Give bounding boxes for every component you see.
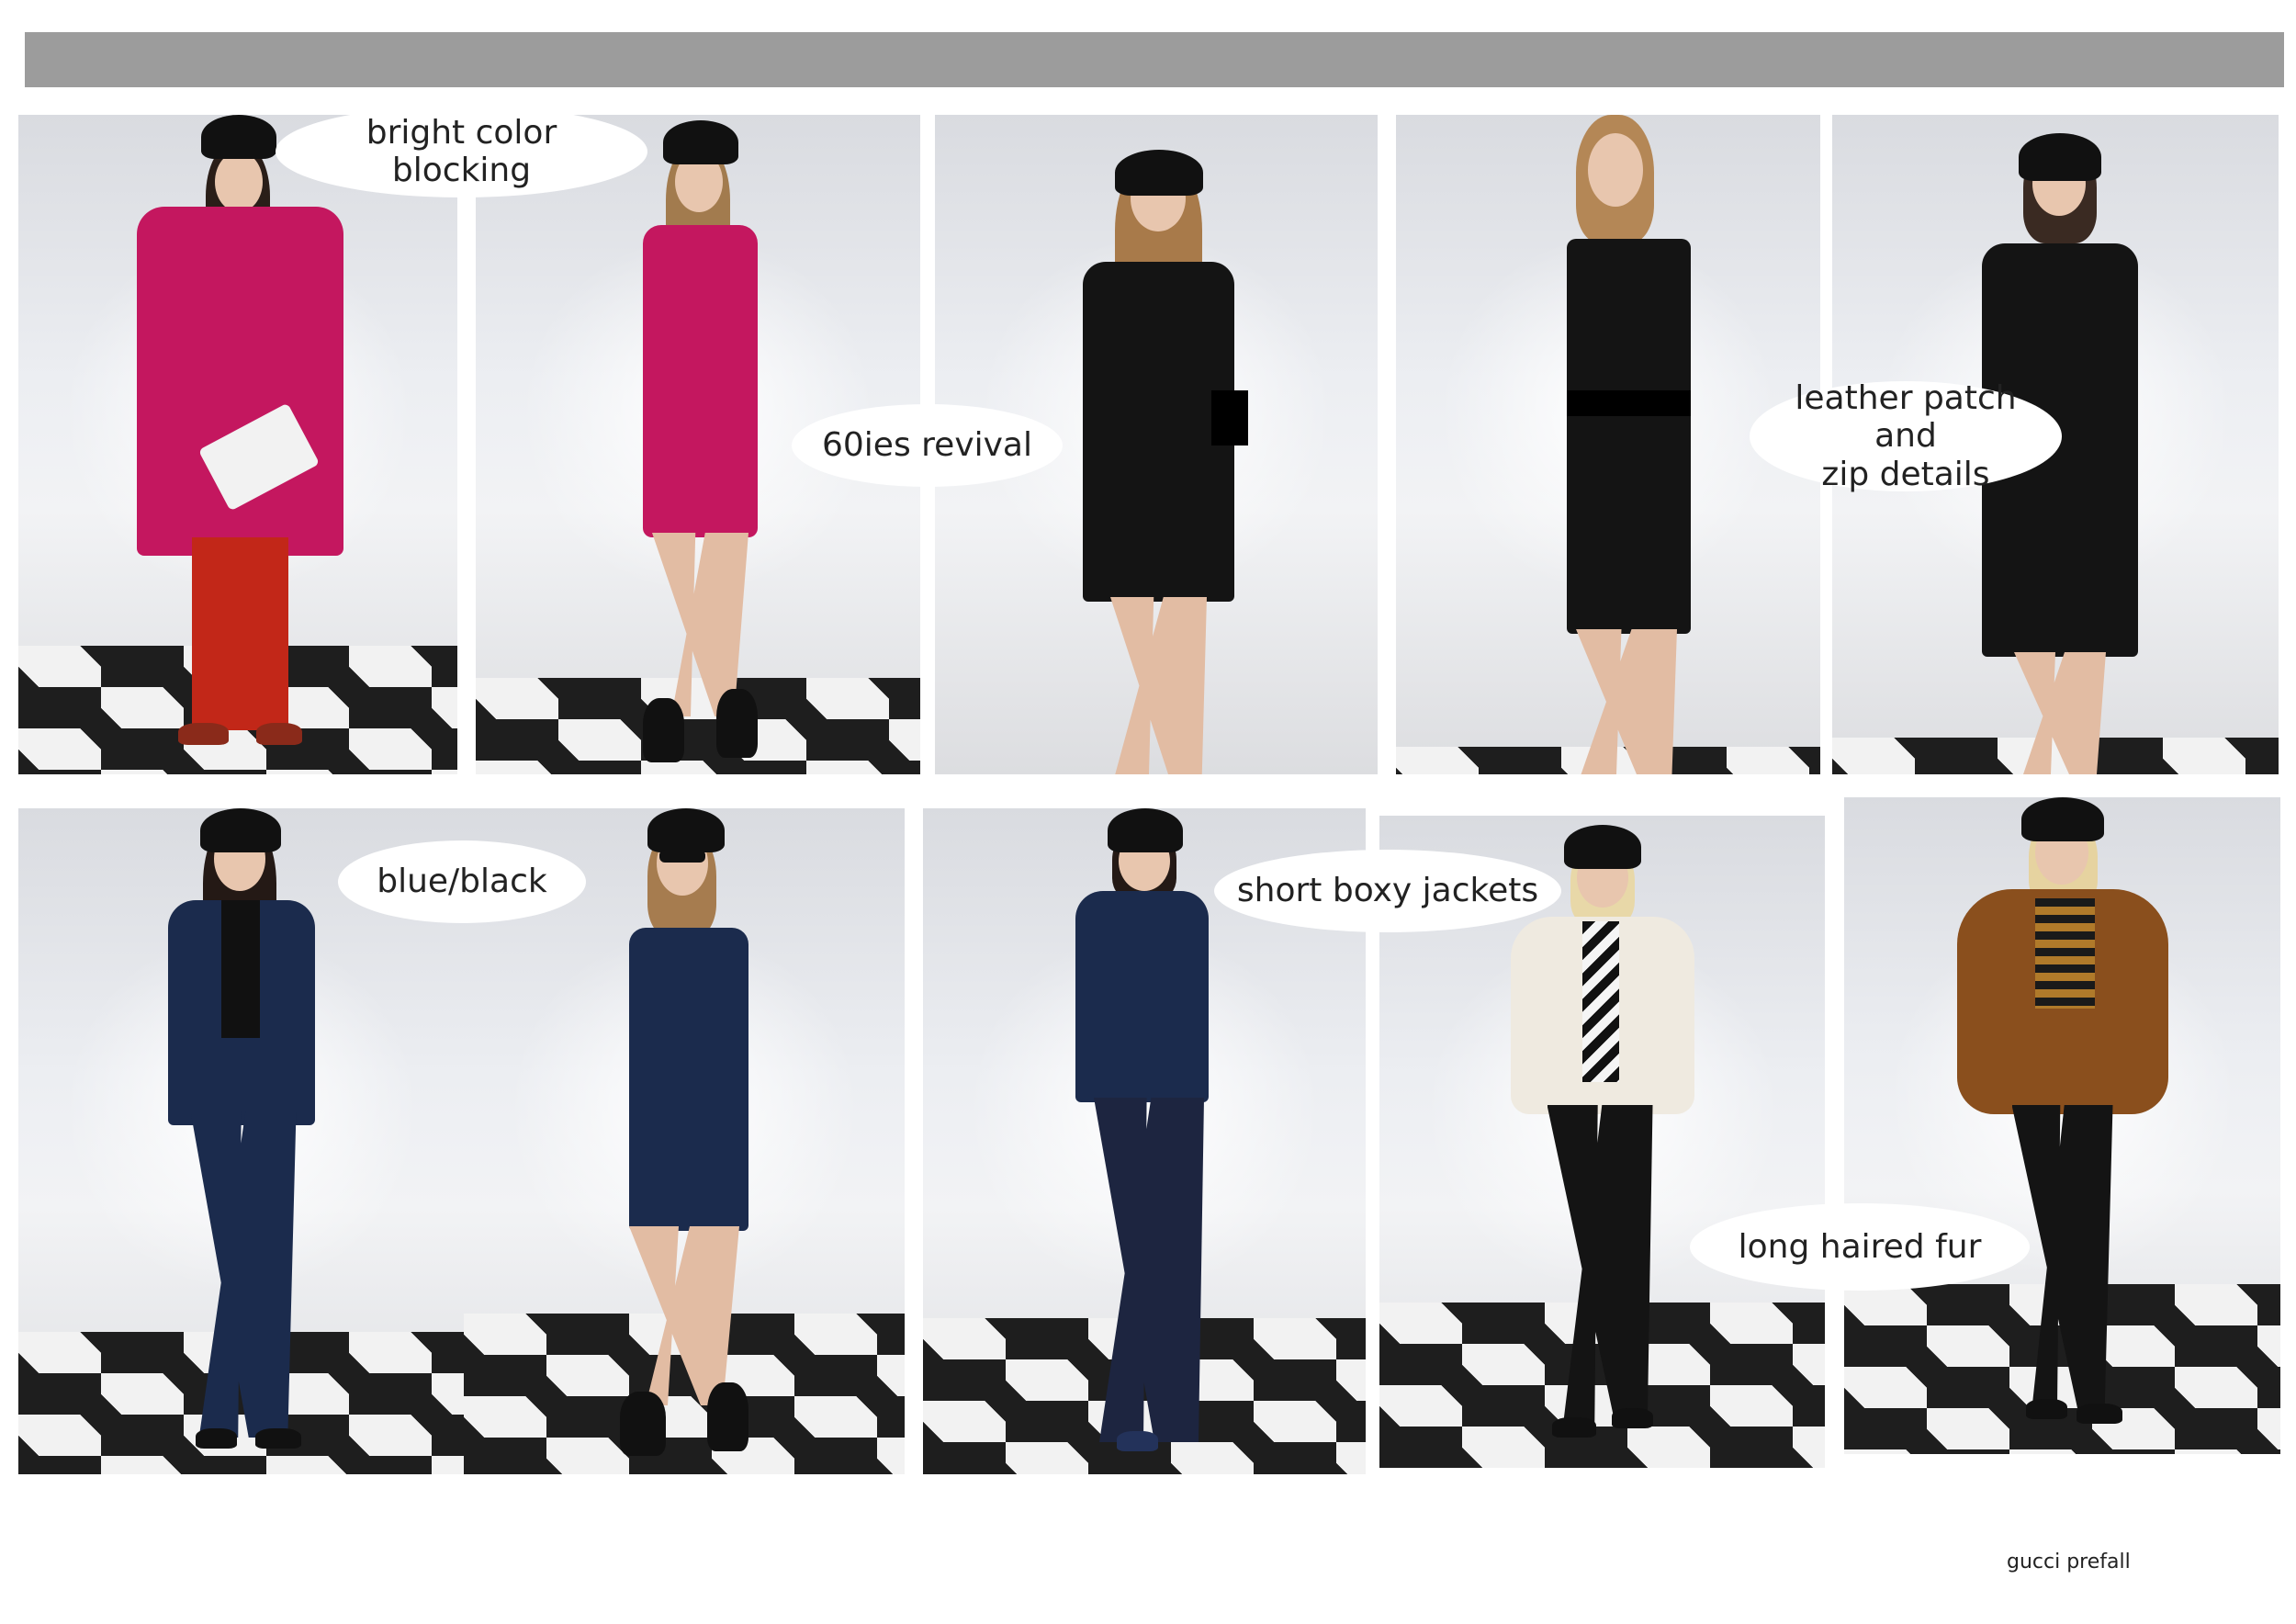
look-photo-10 (1844, 797, 2280, 1454)
footer-label: gucci prefall (2007, 1551, 2131, 1573)
look-photo-1 (18, 115, 457, 774)
annotation-60ies-revival: 60ies revival (792, 404, 1063, 487)
top-banner-bar (25, 32, 2284, 87)
annotation-short-boxy-jackets: short boxy jackets (1214, 850, 1561, 932)
annotation-leather-patch: leather patch and zip details (1750, 379, 2062, 493)
annotation-color-blocking: bright color blocking (276, 106, 647, 197)
annotation-long-haired-fur: long haired fur (1690, 1203, 2030, 1291)
annotation-blue-black: blue/black (338, 840, 586, 923)
